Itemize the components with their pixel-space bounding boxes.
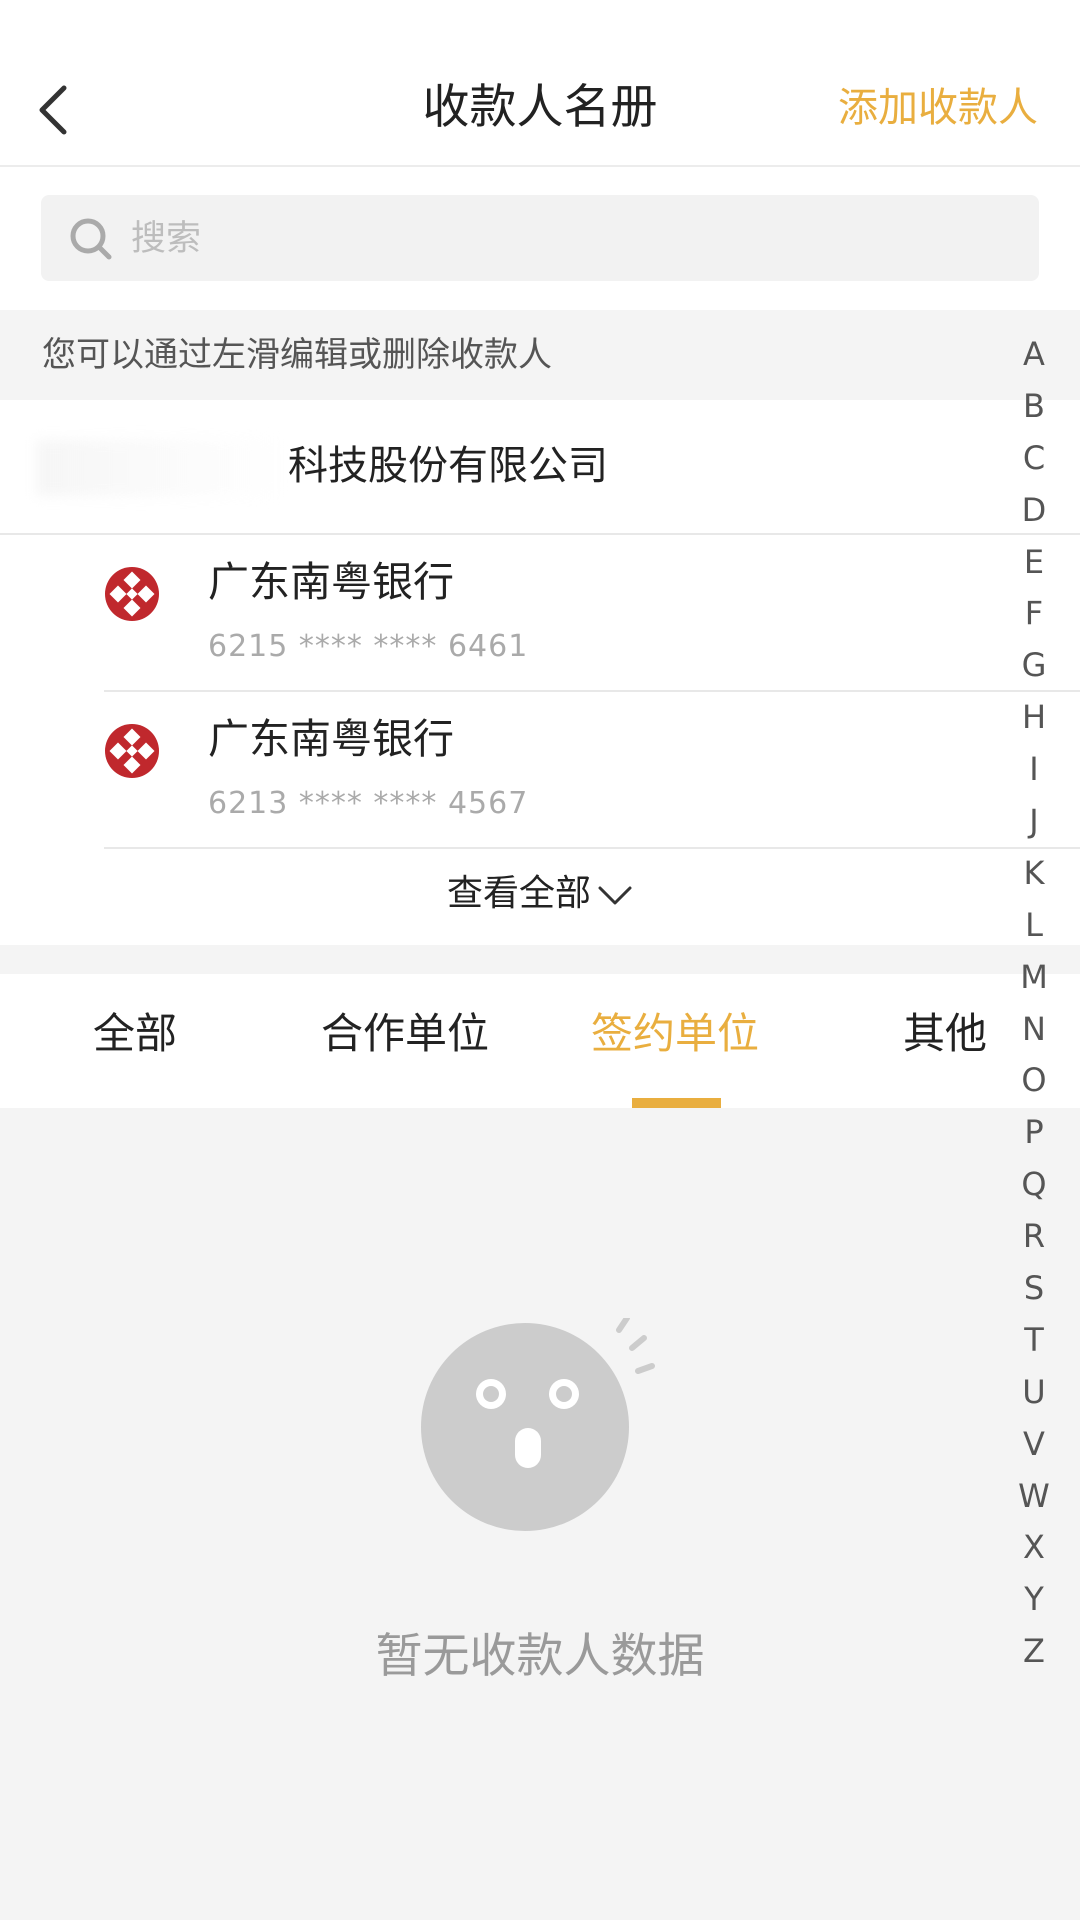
alphabet-letter-a[interactable]: A (1006, 328, 1062, 380)
surprised-face-icon (421, 1318, 655, 1531)
alphabet-letter-d[interactable]: D (1006, 484, 1062, 536)
tab-contracted[interactable]: 签约单位 (540, 1004, 810, 1064)
alphabet-letter-y[interactable]: Y (1006, 1573, 1062, 1625)
alphabet-letter-r[interactable]: R (1006, 1210, 1062, 1262)
alphabet-letter-b[interactable]: B (1006, 380, 1062, 432)
payee-company-name: 科技股份有限公司 (288, 443, 608, 489)
payee-group: 科技股份有限公司 广东南粤银行 6215 **** **** 6461 广东南粤… (0, 400, 1080, 945)
view-all-label: 查看全部 (446, 873, 591, 914)
empty-state-message: 暂无收款人数据 (375, 1629, 705, 1684)
bank-name: 广东南粤银行 (208, 715, 454, 763)
search-box[interactable] (41, 195, 1039, 283)
search-icon (70, 218, 112, 260)
alphabet-letter-s[interactable]: S (1006, 1262, 1062, 1314)
view-all-button[interactable]: 查看全部 (0, 843, 1080, 945)
active-tab-indicator (632, 1098, 721, 1108)
bank-logo-icon (105, 724, 159, 778)
account-row[interactable]: 广东南粤银行 6215 **** **** 6461 (104, 534, 1080, 692)
search-section (0, 167, 1080, 310)
alphabet-letter-x[interactable]: X (1006, 1521, 1062, 1573)
alphabet-letter-p[interactable]: P (1006, 1106, 1062, 1158)
account-number: 6215 **** **** 6461 (208, 629, 529, 664)
alphabet-letter-w[interactable]: W (1006, 1470, 1062, 1522)
alphabet-letter-c[interactable]: C (1006, 432, 1062, 484)
chevron-down-icon (598, 886, 632, 905)
account-number: 6213 **** **** 4567 (208, 786, 529, 821)
alphabet-letter-n[interactable]: N (1006, 1003, 1062, 1055)
alphabet-letter-i[interactable]: I (1006, 743, 1062, 795)
swipe-hint: 您可以通过左滑编辑或删除收款人 (42, 335, 552, 375)
bank-logo-icon (105, 567, 159, 621)
alphabet-letter-u[interactable]: U (1006, 1366, 1062, 1418)
alphabet-index[interactable]: ABCDEFGHIJKLMNOPQRSTUVWXYZ (1006, 328, 1062, 1677)
bank-name: 广东南粤银行 (208, 558, 454, 606)
alphabet-letter-z[interactable]: Z (1006, 1625, 1062, 1677)
alphabet-letter-o[interactable]: O (1006, 1054, 1062, 1106)
payee-company-row[interactable]: 科技股份有限公司 (0, 400, 1080, 535)
add-payee-button[interactable]: 添加收款人 (838, 80, 1038, 136)
alphabet-letter-g[interactable]: G (1006, 639, 1062, 691)
category-tabs: 全部 合作单位 签约单位 其他 (0, 974, 1080, 1108)
tab-all[interactable]: 全部 (0, 1004, 270, 1064)
alphabet-letter-e[interactable]: E (1006, 536, 1062, 588)
alphabet-letter-h[interactable]: H (1006, 691, 1062, 743)
nav-bar: 收款人名册 添加收款人 (0, 0, 1080, 167)
alphabet-letter-q[interactable]: Q (1006, 1158, 1062, 1210)
alphabet-letter-f[interactable]: F (1006, 587, 1062, 639)
alphabet-letter-v[interactable]: V (1006, 1418, 1062, 1470)
alphabet-letter-t[interactable]: T (1006, 1314, 1062, 1366)
alphabet-letter-k[interactable]: K (1006, 847, 1062, 899)
alphabet-letter-m[interactable]: M (1006, 951, 1062, 1003)
tab-partner[interactable]: 合作单位 (270, 1004, 540, 1064)
redacted-name-blur (36, 440, 286, 496)
alphabet-letter-l[interactable]: L (1006, 899, 1062, 951)
search-input[interactable] (129, 195, 1013, 283)
alphabet-letter-j[interactable]: J (1006, 795, 1062, 847)
account-row[interactable]: 广东南粤银行 6213 **** **** 4567 (104, 691, 1080, 849)
